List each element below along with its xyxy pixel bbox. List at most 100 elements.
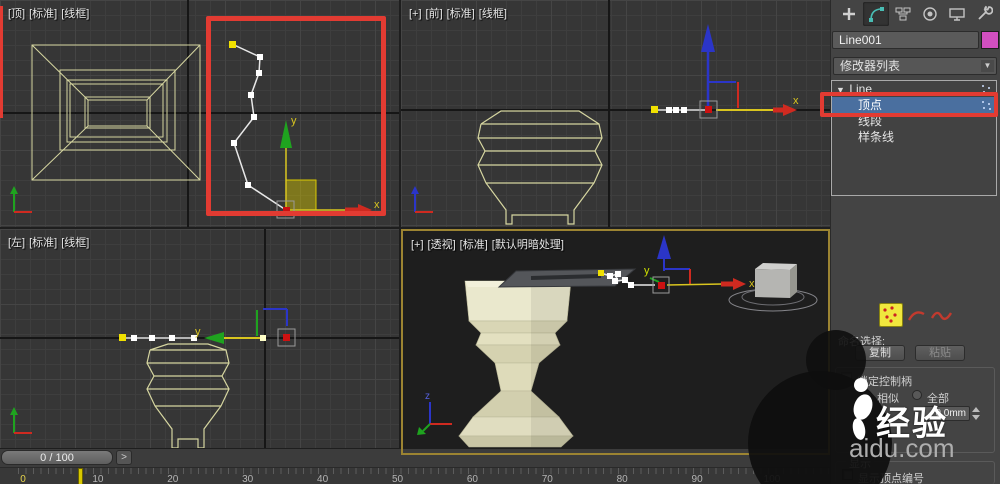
similar-label: 相似 bbox=[877, 393, 899, 405]
subobject-segment-button[interactable] bbox=[906, 305, 928, 327]
viewport-menu-view[interactable]: [左] bbox=[8, 237, 25, 249]
tab-modify[interactable] bbox=[863, 2, 889, 26]
viewport-menu-view[interactable]: [顶] bbox=[8, 8, 25, 20]
first-vertex[interactable] bbox=[229, 41, 236, 48]
area-threshold-spinner[interactable]: 0.0mm bbox=[924, 406, 970, 421]
stack-vertex-label: 顶点 bbox=[858, 98, 883, 112]
move-gizmo-top[interactable]: y x bbox=[276, 115, 380, 219]
spline-vertices-left[interactable] bbox=[119, 334, 197, 341]
viewport-perspective-canvas: y x z bbox=[417, 235, 818, 448]
all-label: 全部 bbox=[927, 393, 949, 405]
lock-handles-checkbox[interactable] bbox=[841, 372, 852, 383]
subobject-vertex-button[interactable] bbox=[879, 303, 903, 327]
viewport-menu-general[interactable]: [+] bbox=[409, 8, 422, 20]
show-vertex-numbers-label: 显示顶点编号 bbox=[858, 473, 924, 484]
utilities-wrench-icon bbox=[978, 5, 993, 20]
viewport-menu-pov[interactable]: [标准] bbox=[460, 239, 488, 251]
vase-shaded[interactable] bbox=[458, 280, 574, 448]
subobject-dots-icon bbox=[982, 85, 992, 94]
first-vertex[interactable] bbox=[598, 270, 604, 276]
move-gizmo-perspective[interactable]: y x bbox=[644, 235, 755, 294]
stack-row-line[interactable]: ▼ Line bbox=[832, 81, 996, 97]
viewport-left[interactable]: [左] [标准] [线框] y bbox=[0, 229, 399, 448]
stack-row-spline[interactable]: 样条线 bbox=[832, 129, 996, 145]
all-radio[interactable] bbox=[912, 390, 922, 400]
object-name-field[interactable]: Line001 bbox=[832, 31, 979, 49]
3dsmax-window: [顶] [标准] [线框] y x [+] [前] [标准] [线框] x [左… bbox=[0, 0, 1000, 484]
tab-motion[interactable] bbox=[917, 2, 943, 26]
move-gizmo-front[interactable]: x bbox=[699, 24, 799, 119]
tab-utilities[interactable] bbox=[971, 2, 997, 26]
viewport-menu-shading[interactable]: [线框] bbox=[61, 237, 89, 249]
spline-wave-icon bbox=[930, 311, 953, 321]
gizmo-x-arrow[interactable] bbox=[358, 204, 372, 216]
viewport-top[interactable]: [顶] [标准] [线框] y x bbox=[0, 0, 399, 227]
spline-vertices-front[interactable] bbox=[651, 106, 706, 113]
axis-label-x: x bbox=[374, 199, 380, 211]
show-vertex-numbers-checkbox[interactable] bbox=[842, 469, 853, 480]
viewport-top-label: [顶] [标准] [线框] bbox=[8, 5, 93, 21]
tab-create[interactable] bbox=[836, 2, 862, 26]
viewport-menu-view[interactable]: [透视] bbox=[428, 239, 456, 251]
viewport-menu-pov[interactable]: [标准] bbox=[447, 8, 475, 20]
gizmo-x-arrow[interactable] bbox=[733, 278, 746, 290]
track-bar[interactable]: 0 10 20 30 40 50 60 70 80 90 100 bbox=[0, 467, 830, 484]
chevron-down-icon[interactable]: ▼ bbox=[981, 60, 994, 72]
viewport-perspective[interactable]: [+] [透视] [标准] [默认明暗处理] y x z bbox=[401, 229, 830, 455]
viewport-front-label: [+] [前] [标准] [线框] bbox=[409, 5, 511, 21]
viewport-menu-general[interactable]: [+] bbox=[411, 239, 424, 251]
viewport-perspective-label: [+] [透视] [标准] [默认明暗处理] bbox=[411, 236, 568, 252]
annotation-left-strip bbox=[0, 6, 3, 118]
tab-hierarchy[interactable] bbox=[890, 2, 916, 26]
viewport-menu-shading[interactable]: [线框] bbox=[61, 8, 89, 20]
stack-row-segment[interactable]: 线段 bbox=[832, 113, 996, 129]
viewport-axis-tripod bbox=[10, 407, 32, 434]
helper-object[interactable] bbox=[728, 263, 818, 312]
axis-label-y: y bbox=[291, 115, 297, 127]
tab-display[interactable] bbox=[944, 2, 970, 26]
similar-radio[interactable] bbox=[862, 390, 872, 400]
track-tick-label: 10 bbox=[92, 474, 104, 484]
axis-label-x: x bbox=[793, 95, 799, 107]
vertex-dots-icon bbox=[883, 306, 897, 323]
axis-label-y: y bbox=[644, 265, 650, 277]
hierarchy-icon bbox=[895, 7, 911, 21]
track-tick-label: 100 bbox=[763, 474, 781, 484]
axis-label-y: y bbox=[195, 326, 201, 338]
move-gizmo-left[interactable]: y bbox=[195, 308, 296, 347]
next-frame-button[interactable]: > bbox=[116, 450, 132, 465]
time-slider[interactable]: 0 / 100 bbox=[1, 450, 113, 465]
spinner-arrows-icon[interactable] bbox=[971, 406, 981, 421]
viewport-menu-shading[interactable]: [默认明暗处理] bbox=[492, 239, 564, 251]
object-color-swatch[interactable] bbox=[981, 31, 999, 49]
viewport-left-label: [左] [标准] [线框] bbox=[8, 234, 93, 250]
viewport-menu-pov[interactable]: [标准] bbox=[29, 8, 57, 20]
subobject-spline-button[interactable] bbox=[930, 305, 954, 327]
subobject-dots-icon bbox=[982, 101, 992, 110]
stack-row-vertex[interactable]: 顶点 bbox=[832, 97, 996, 113]
spline-vertices-top[interactable] bbox=[229, 41, 287, 211]
viewport-front[interactable]: [+] [前] [标准] [线框] x bbox=[401, 0, 830, 227]
vase-left-wireframe[interactable] bbox=[146, 343, 230, 448]
selected-vertex[interactable] bbox=[283, 207, 290, 214]
gizmo-z-arrow[interactable] bbox=[657, 235, 671, 259]
vase-front-wireframe[interactable] bbox=[477, 110, 603, 225]
viewport-menu-pov[interactable]: [标准] bbox=[29, 237, 57, 249]
viewport-menu-shading[interactable]: [线框] bbox=[479, 8, 507, 20]
gizmo-y-arrow[interactable] bbox=[204, 332, 224, 344]
gizmo-z-arrow[interactable] bbox=[701, 24, 715, 52]
expand-triangle-icon[interactable]: ▼ bbox=[836, 82, 846, 98]
viewport-menu-view[interactable]: [前] bbox=[426, 8, 443, 20]
selected-vertex[interactable] bbox=[658, 282, 665, 289]
selected-vertex[interactable] bbox=[283, 334, 290, 341]
copy-button[interactable]: 复制 bbox=[855, 345, 905, 361]
first-vertex[interactable] bbox=[119, 334, 126, 341]
first-vertex[interactable] bbox=[651, 106, 658, 113]
viewport-top-canvas: y x bbox=[0, 6, 380, 219]
current-frame-marker[interactable] bbox=[78, 468, 83, 484]
modifier-list-dropdown[interactable]: 修改器列表 ▼ bbox=[833, 57, 997, 75]
paste-button[interactable]: 粘贴 bbox=[915, 345, 965, 361]
lock-handles-label: 锁定控制柄 bbox=[857, 376, 912, 388]
selected-vertex[interactable] bbox=[705, 106, 712, 113]
vase-top-wireframe[interactable] bbox=[31, 44, 201, 181]
